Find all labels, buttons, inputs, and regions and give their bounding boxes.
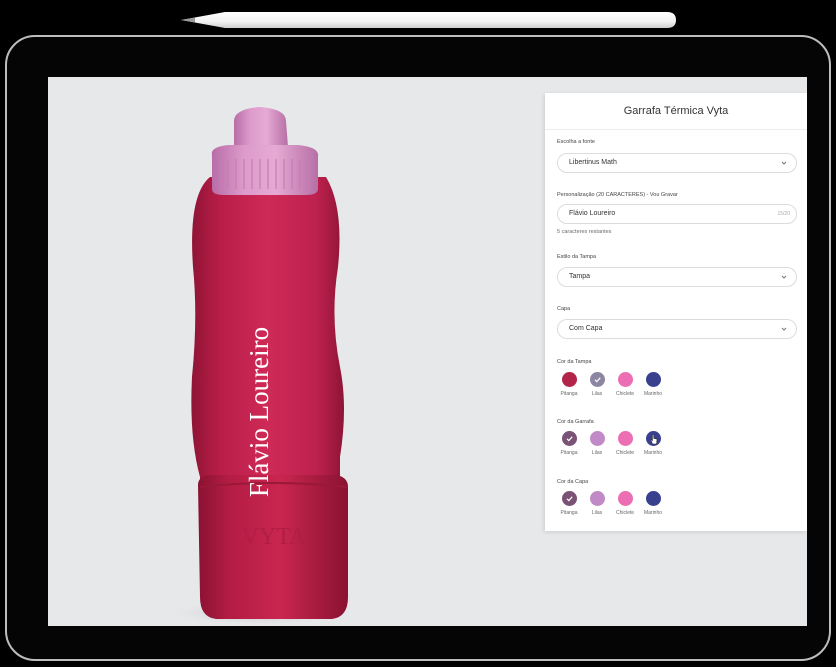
personalization-input[interactable]: Flávio Loureiro 15/20 [557, 204, 797, 224]
swatch-option[interactable]: Pitanga [555, 372, 583, 397]
bottle-model[interactable]: VYTA Flávio Loureiro [48, 77, 548, 626]
chevron-down-icon [781, 275, 787, 279]
bottle-engraving-text: Flávio Loureiro [244, 327, 274, 497]
personalization-label: Personalização (20 CARACTERES) - Vou Gra… [557, 192, 678, 198]
swatch-option[interactable]: Lilas [583, 431, 611, 456]
sleeve-color-swatches: Pitanga Lilas Chiclete Marinho [555, 491, 667, 516]
color-dot [561, 491, 577, 506]
checkmark-icon [594, 377, 601, 383]
swatch-option[interactable]: Lilas [583, 491, 611, 516]
swatch-option[interactable]: Chiclete [611, 372, 639, 397]
swatch-option[interactable]: Marinho [639, 372, 667, 397]
stylus-pencil [181, 12, 676, 28]
sleeve-select[interactable]: Com Capa [557, 319, 797, 339]
color-dot [561, 372, 577, 387]
chevron-down-icon [781, 161, 787, 165]
swatch-label: Pitanga [560, 391, 578, 397]
swatch-label: Marinho [643, 510, 663, 516]
sleeve-brand-emboss: VYTA [242, 524, 307, 550]
lid-style-label: Estilo da Tampa [557, 254, 597, 260]
personalization-input-value: Flávio Loureiro [569, 210, 616, 217]
lid-style-select-value: Tampa [569, 273, 591, 280]
product-title: Garrafa Térmica Vyta [545, 93, 807, 130]
lid-color-label: Cor da Tampa [557, 359, 592, 365]
swatch-label: Marinho [643, 450, 663, 456]
swatch-option-hovered[interactable]: Marinho [639, 431, 667, 456]
color-dot [589, 491, 605, 506]
color-dot [645, 372, 661, 387]
font-select[interactable]: Libertinus Math [557, 153, 797, 173]
color-dot [645, 431, 661, 446]
swatch-label: Pitanga [560, 510, 578, 516]
swatch-label: Marinho [643, 391, 663, 397]
lid-color-swatches: Pitanga Lilas Chiclete Marinho [555, 372, 667, 397]
swatch-option-selected[interactable]: Pitanga [555, 431, 583, 456]
hand-pointer-icon [650, 434, 657, 445]
checkmark-icon [566, 496, 573, 502]
swatch-option-selected[interactable]: Pitanga [555, 491, 583, 516]
customization-panel: Garrafa Térmica Vyta Escolha a fonte Lib… [545, 93, 807, 531]
color-dot [645, 491, 661, 506]
swatch-option[interactable]: Chiclete [611, 431, 639, 456]
character-counter: 15/20 [777, 211, 790, 217]
swatch-label: Chiclete [615, 450, 635, 456]
chevron-down-icon [781, 327, 787, 331]
lid-style-select[interactable]: Tampa [557, 267, 797, 287]
swatch-label: Chiclete [615, 510, 635, 516]
bottle-color-label: Cor da Garrafa [557, 419, 594, 425]
bottle-color-swatches: Pitanga Lilas Chiclete Marinho [555, 431, 667, 456]
sleeve-label: Capa [557, 306, 571, 312]
swatch-label: Lilas [591, 450, 603, 456]
color-dot [617, 372, 633, 387]
sleeve-color-label: Cor da Capa [557, 479, 589, 485]
swatch-option[interactable]: Marinho [639, 491, 667, 516]
font-label: Escolha a fonte [557, 139, 595, 145]
sleeve-select-value: Com Capa [569, 325, 603, 332]
swatch-option[interactable]: Chiclete [611, 491, 639, 516]
color-dot [589, 372, 605, 387]
swatch-label: Pitanga [560, 450, 578, 456]
swatch-label: Lilas [591, 510, 603, 516]
swatch-label: Lilas [591, 391, 603, 397]
color-dot [561, 431, 577, 446]
checkmark-icon [566, 436, 573, 442]
color-dot [617, 491, 633, 506]
app-screen: VYTA Flávio Loureiro Garrafa Térmica Vyt… [48, 77, 807, 626]
color-dot [589, 431, 605, 446]
color-dot [617, 431, 633, 446]
remaining-characters-text: 5 caracteres restantes [557, 229, 612, 235]
swatch-label: Chiclete [615, 391, 635, 397]
font-select-value: Libertinus Math [569, 159, 617, 166]
product-3d-viewer[interactable]: VYTA Flávio Loureiro [48, 77, 548, 626]
swatch-option-selected[interactable]: Lilas [583, 372, 611, 397]
